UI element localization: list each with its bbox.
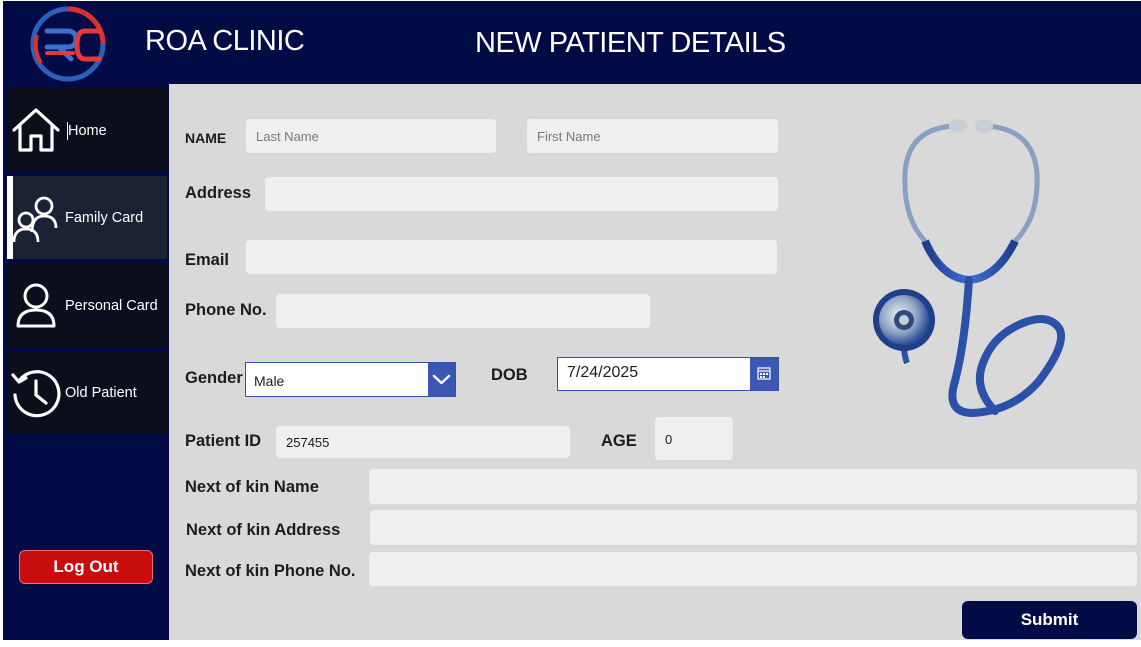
kin-phone-label: Next of kin Phone No. xyxy=(185,562,356,580)
last-name-input[interactable] xyxy=(246,119,496,153)
kin-phone-input[interactable] xyxy=(369,552,1137,586)
sidebar-item-label: Family Card xyxy=(65,210,144,226)
calendar-button[interactable] xyxy=(750,358,778,390)
name-label: NAME xyxy=(185,130,227,146)
clinic-name: ROA CLINIC xyxy=(145,25,305,57)
dob-label: DOB xyxy=(491,366,528,384)
clinic-logo xyxy=(30,6,106,82)
family-icon xyxy=(12,196,58,243)
dropdown-toggle[interactable] xyxy=(428,363,455,396)
kin-address-input[interactable] xyxy=(370,510,1137,545)
kin-address-label: Next of kin Address xyxy=(186,521,341,539)
chevron-down-icon xyxy=(432,374,451,385)
kin-name-label: Next of kin Name xyxy=(185,478,319,496)
phone-label: Phone No. xyxy=(185,301,267,319)
kin-name-input[interactable] xyxy=(369,469,1137,504)
submit-button[interactable]: Submit xyxy=(962,601,1137,639)
address-input[interactable] xyxy=(265,177,778,211)
sidebar: Home Family Card Personal Card Old Patie… xyxy=(3,84,169,640)
stethoscope-image xyxy=(873,119,1066,418)
email-label: Email xyxy=(185,251,230,269)
sidebar-item-family-card[interactable]: Family Card xyxy=(7,176,167,259)
gender-value: Male xyxy=(254,373,285,389)
patient-id-label: Patient ID xyxy=(185,432,262,450)
email-input[interactable] xyxy=(246,240,777,274)
sidebar-item-label: Old Patient xyxy=(65,385,137,401)
history-icon xyxy=(11,370,61,418)
sidebar-item-label: Personal Card xyxy=(65,298,158,314)
patient-id-field: 257455 xyxy=(276,426,570,458)
calendar-icon xyxy=(757,367,771,380)
person-icon xyxy=(16,283,56,328)
gender-label: Gender xyxy=(185,369,243,387)
address-label: Address xyxy=(185,184,252,202)
dob-value: 7/24/2025 xyxy=(567,364,639,381)
sidebar-item-label: Home xyxy=(68,123,107,139)
age-label: AGE xyxy=(601,432,637,450)
phone-input[interactable] xyxy=(276,294,650,328)
age-field: 0 xyxy=(655,417,733,460)
dob-date-picker[interactable]: 7/24/2025 xyxy=(557,357,779,391)
first-name-input[interactable] xyxy=(527,119,778,153)
home-icon xyxy=(12,108,60,152)
logout-button[interactable]: Log Out xyxy=(19,550,153,584)
header-bar: ROA CLINIC NEW PATIENT DETAILS xyxy=(3,1,1141,84)
sidebar-item-personal-card[interactable]: Personal Card xyxy=(7,264,167,347)
app-window: ROA CLINIC NEW PATIENT DETAILS Home Fami… xyxy=(3,1,1141,640)
page-title: NEW PATIENT DETAILS xyxy=(475,27,786,59)
sidebar-item-home[interactable]: Home xyxy=(7,88,167,171)
sidebar-item-old-patient[interactable]: Old Patient xyxy=(7,351,167,434)
gender-dropdown[interactable]: Male xyxy=(245,362,456,397)
